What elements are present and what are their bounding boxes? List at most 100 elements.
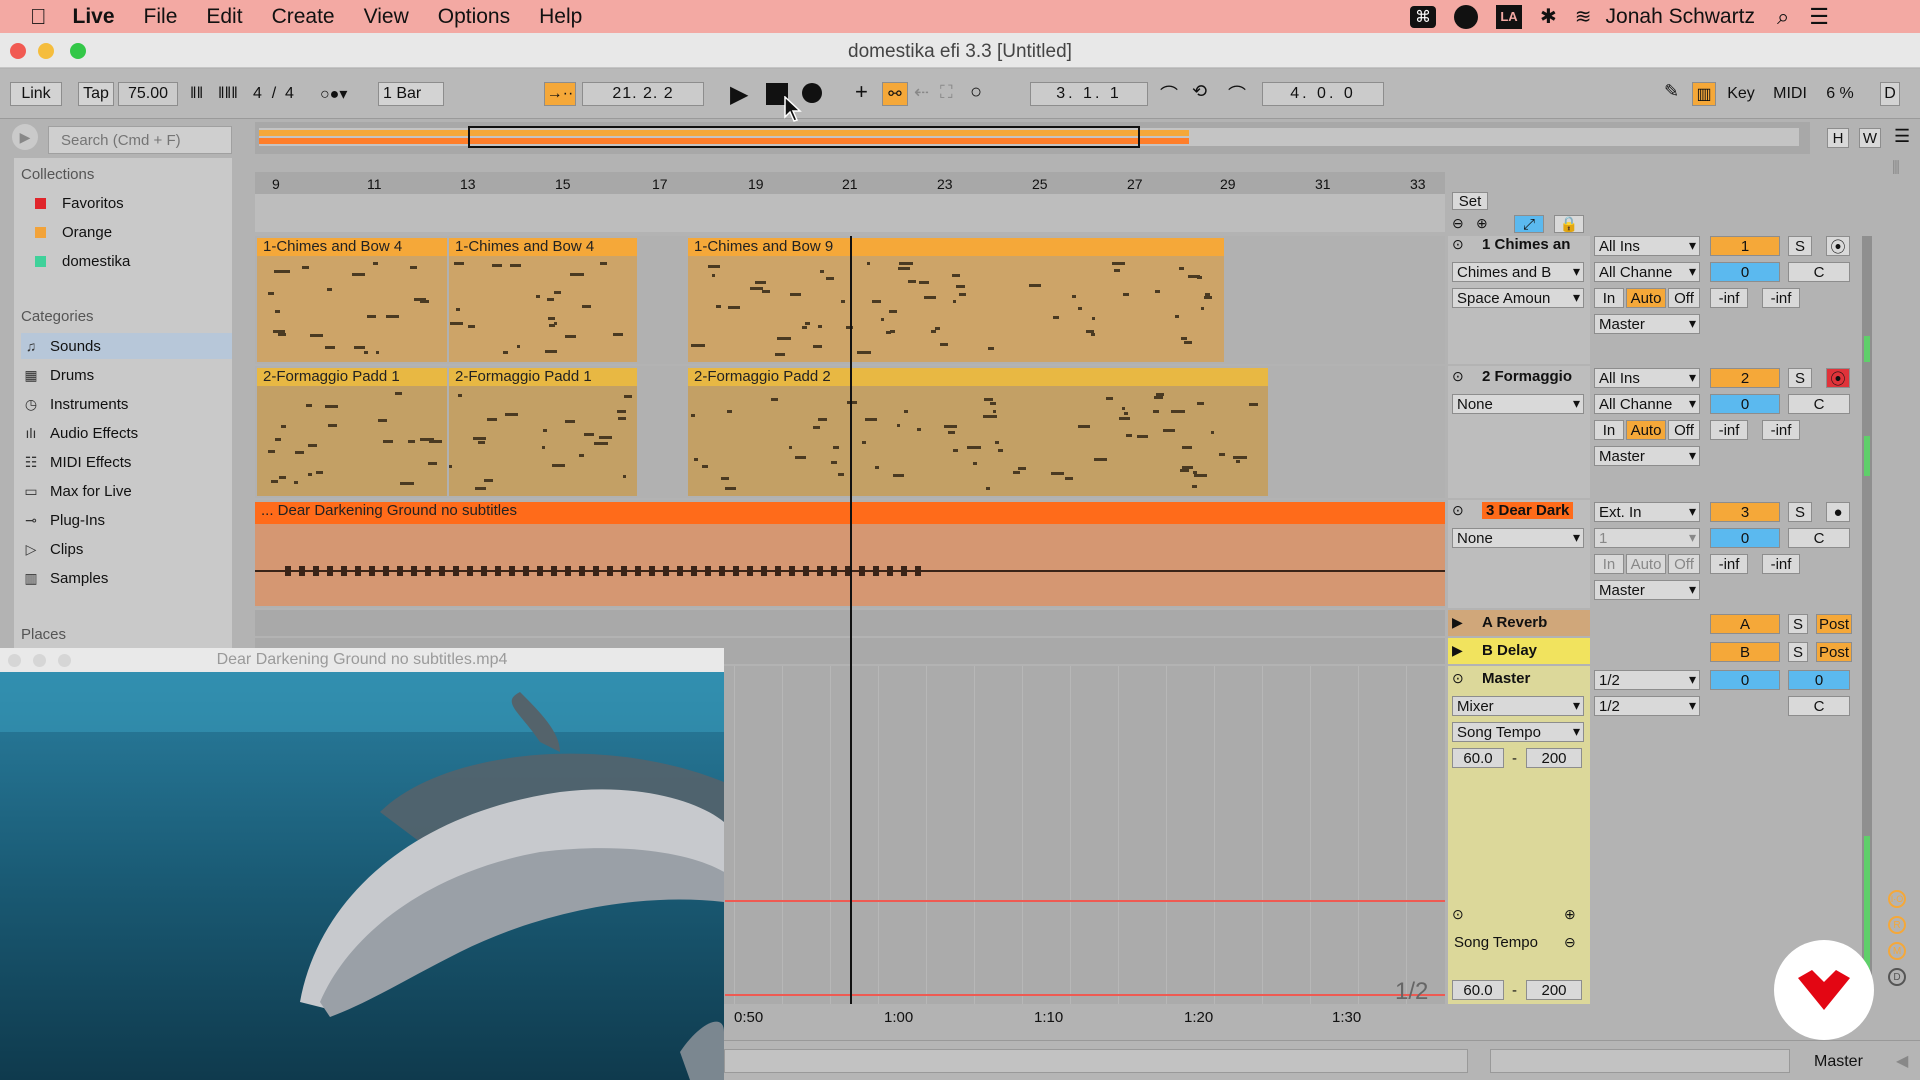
midi-clip[interactable]: 2-Formaggio Padd 2 — [688, 368, 1268, 496]
return-activator[interactable]: A — [1710, 614, 1780, 634]
wifi-icon[interactable]: ≋ — [1575, 4, 1592, 29]
monitor-auto-button[interactable]: Auto — [1626, 554, 1666, 574]
master-name[interactable]: Master — [1482, 670, 1530, 687]
mini-overview[interactable] — [1490, 1049, 1790, 1073]
category-audio-effects[interactable]: ılı Audio Effects — [21, 420, 232, 446]
solo-button[interactable]: S — [1788, 236, 1812, 256]
arm-button[interactable]: ● — [1826, 502, 1850, 522]
creative-cloud-icon[interactable] — [1454, 4, 1478, 29]
category-instruments[interactable]: ◷ Instruments — [21, 391, 232, 417]
previous-locator-icon[interactable]: ⊖ — [1452, 215, 1464, 232]
fold-icon[interactable]: ⊙ — [1452, 670, 1464, 687]
time-signature-denominator[interactable]: 4 — [282, 82, 300, 106]
output-chooser[interactable]: Master — [1594, 446, 1700, 466]
device-chooser[interactable]: None — [1452, 528, 1584, 548]
view-menu-icon[interactable]: ☰ — [1894, 126, 1910, 147]
fold-icon[interactable]: ⊙ — [1452, 368, 1464, 385]
collection-orange[interactable]: Orange — [21, 219, 232, 245]
mixer-toggle-icon[interactable]: M — [1888, 942, 1906, 960]
menu-create[interactable]: Create — [272, 5, 335, 29]
master-out-chooser[interactable]: 1/2 — [1594, 696, 1700, 716]
category-clips[interactable]: ▷ Clips — [21, 536, 232, 562]
input-type-chooser[interactable]: All Ins — [1594, 368, 1700, 388]
solo-button[interactable]: S — [1788, 368, 1812, 388]
play-icon[interactable]: ▶ — [730, 80, 748, 109]
fold-icon[interactable]: ▶ — [1452, 614, 1463, 631]
time-ruler[interactable]: 0:50 1:00 1:10 1:20 1:30 — [724, 1004, 1445, 1028]
session-record-icon[interactable]: ○ — [970, 81, 982, 104]
track-name[interactable]: 3 Dear Dark — [1482, 502, 1574, 519]
midi-clip[interactable]: 1-Chimes and Bow 4 — [449, 238, 637, 362]
pan-field[interactable]: C — [1788, 394, 1850, 414]
browser-toggle-icon[interactable]: ▶ — [12, 124, 38, 150]
video-window[interactable]: Dear Darkening Ground no subtitles.mp4 — [0, 648, 724, 1080]
category-sounds[interactable]: ♫ Sounds — [21, 333, 232, 359]
remove-automation-lane-icon[interactable]: ⊖ — [1564, 934, 1576, 951]
master-pan-field[interactable]: C — [1788, 696, 1850, 716]
output-chooser[interactable]: Master — [1594, 580, 1700, 600]
loop-length-field[interactable]: 4. 0. 0 — [1262, 82, 1384, 106]
computer-midi-keyboard-button[interactable]: ▥ — [1692, 82, 1716, 106]
loop-start-field[interactable]: 3. 1. 1 — [1030, 82, 1148, 106]
arm-button[interactable]: ⦿ — [1826, 236, 1850, 256]
menu-options[interactable]: Options — [438, 5, 510, 29]
volume-field[interactable]: 0 — [1710, 262, 1780, 282]
monitor-in-button[interactable]: In — [1594, 420, 1624, 440]
output-chooser[interactable]: Master — [1594, 314, 1700, 334]
category-max-for-live[interactable]: ▭ Max for Live — [21, 478, 232, 504]
follow-toggle-button[interactable]: ⤢ — [1514, 215, 1544, 233]
metronome-toggle-icon[interactable]: ○●▾ — [320, 84, 347, 104]
input-channel-chooser[interactable]: 1 — [1594, 528, 1700, 548]
input-channel-chooser[interactable]: All Channe — [1594, 262, 1700, 282]
arrangement-overview[interactable]: H W — [255, 122, 1881, 154]
command-icon[interactable]: ⌘ — [1410, 5, 1436, 28]
solo-button[interactable]: S — [1788, 614, 1808, 634]
video-minimize-button[interactable] — [33, 654, 46, 667]
set-locator-button[interactable]: Set — [1452, 192, 1488, 210]
collection-domestika[interactable]: domestika — [21, 248, 232, 274]
monitor-off-button[interactable]: Off — [1668, 554, 1700, 574]
category-drums[interactable]: ▦ Drums — [21, 362, 232, 388]
detail-view-toggle-icon[interactable]: ◀ — [1896, 1051, 1908, 1071]
solo-button[interactable]: S — [1788, 502, 1812, 522]
tempo-field[interactable]: 75.00 — [118, 82, 178, 106]
pan-field[interactable]: C — [1788, 262, 1850, 282]
fold-icon[interactable]: ▶ — [1452, 642, 1463, 659]
follow-button[interactable]: →·· — [544, 82, 576, 106]
track-header-2[interactable] — [1448, 366, 1590, 498]
midi-map-button[interactable]: MIDI — [1770, 82, 1810, 106]
collection-favoritos[interactable]: Favoritos — [21, 190, 232, 216]
device-chooser[interactable]: None — [1452, 394, 1584, 414]
fold-icon[interactable]: ⊙ — [1452, 502, 1464, 519]
beat-time-ruler[interactable]: 9 11 13 15 17 19 21 23 25 27 29 31 33 — [255, 172, 1445, 194]
delay-toggle-icon[interactable]: D — [1888, 968, 1906, 986]
draw-mode-icon[interactable]: ✎ — [1664, 81, 1679, 102]
mixer-chooser[interactable]: Mixer — [1452, 696, 1584, 716]
volume-field[interactable]: 0 — [1710, 528, 1780, 548]
punch-out-icon[interactable]: ⌒ — [1228, 81, 1246, 107]
monitor-off-button[interactable]: Off — [1668, 288, 1700, 308]
automation-arm-button[interactable]: ⚯ — [882, 82, 908, 106]
track-name[interactable]: 1 Chimes an — [1482, 236, 1570, 253]
lock-envelopes-button[interactable]: 🔒 — [1554, 215, 1584, 233]
time-signature-numerator[interactable]: 4 — [250, 82, 268, 106]
optimize-width-button[interactable]: W — [1859, 128, 1881, 148]
tempo-min-field[interactable]: 60.0 — [1452, 748, 1504, 768]
input-channel-chooser[interactable]: All Channe — [1594, 394, 1700, 414]
cue-out-chooser[interactable]: 1/2 — [1594, 670, 1700, 690]
midi-clip[interactable]: 2-Formaggio Padd 1 — [257, 368, 447, 496]
track-activator[interactable]: 1 — [1710, 236, 1780, 256]
clip-view-icon[interactable]: ⦀ — [1892, 158, 1900, 179]
browser-search-input[interactable] — [49, 127, 231, 153]
browser-search-box[interactable] — [48, 126, 232, 154]
arm-button[interactable]: ⦿ — [1826, 368, 1850, 388]
overview-viewport[interactable] — [468, 126, 1140, 148]
tap-tempo-button[interactable]: Tap — [78, 82, 114, 106]
fold-icon[interactable]: ⊙ — [1452, 236, 1464, 253]
category-samples[interactable]: ▥ Samples — [21, 565, 232, 591]
tempo-max-field[interactable]: 200 — [1526, 980, 1582, 1000]
tempo-min-field[interactable]: 60.0 — [1452, 980, 1504, 1000]
device-chooser[interactable]: Chimes and B — [1452, 262, 1584, 282]
key-map-button[interactable]: Key — [1724, 82, 1758, 106]
monitor-in-button[interactable]: In — [1594, 554, 1624, 574]
